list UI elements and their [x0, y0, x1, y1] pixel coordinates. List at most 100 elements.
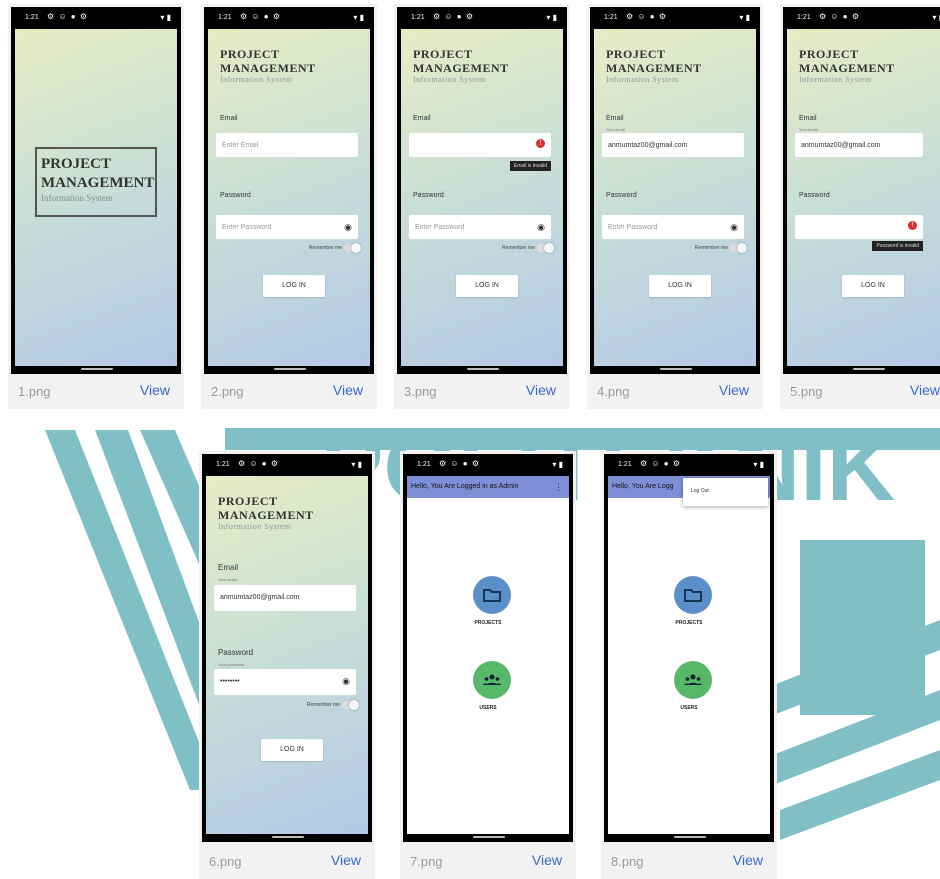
- home-screen: Hello, You Are Logg Log Out PROJECTS USE…: [608, 476, 770, 834]
- screenshot-card-6: 1:21 ⚙ ☺ ● ⚙ ▾ ▮ PROJECT MANAGEMENT Informat…: [199, 451, 375, 879]
- password-label: Password: [606, 192, 637, 199]
- eye-icon[interactable]: ◉: [730, 222, 738, 233]
- projects-button[interactable]: [473, 576, 511, 614]
- password-field[interactable]: Enter Password ◉: [602, 215, 744, 239]
- nav-handle: [674, 836, 706, 838]
- remember-toggle[interactable]: [342, 700, 359, 710]
- login-button[interactable]: LOG IN: [649, 275, 711, 297]
- users-button[interactable]: [674, 661, 712, 699]
- password-label: Password: [799, 192, 830, 199]
- phone-frame: 1:21 ⚙ ☺ ● ⚙ ▾ ▮ PROJECT MANAGEMENT Inform…: [11, 7, 181, 374]
- password-field[interactable]: Enter Password ◉: [409, 215, 551, 239]
- file-name: 2.png: [211, 384, 244, 399]
- email-field[interactable]: anmumtaz00@gmail.com: [795, 133, 923, 157]
- group-icon: [483, 674, 501, 685]
- file-name: 6.png: [209, 854, 242, 869]
- nav-handle: [473, 836, 505, 838]
- view-link[interactable]: View: [331, 852, 361, 868]
- screenshot-card-2: 1:21 ⚙ ☺ ● ⚙ ▾ ▮ PROJECT MANAGEMENT Informat…: [201, 4, 377, 409]
- email-label: Email: [413, 115, 431, 122]
- password-label: Password: [220, 192, 251, 199]
- app-bar: Hello, You Are Logged in as Admin ⋮: [407, 476, 569, 498]
- email-field[interactable]: Enter Email: [216, 133, 358, 157]
- app-logo: PROJECT MANAGEMENT Information System: [413, 47, 509, 84]
- status-bar: 1:21⚙ ☺ ● ⚙▾ ▮: [216, 459, 362, 469]
- file-name: 8.png: [611, 854, 644, 869]
- remember-toggle[interactable]: [537, 243, 554, 253]
- password-floating-label: Your password: [218, 662, 245, 667]
- login-screen: PROJECT MANAGEMENT Information System Emai…: [594, 29, 756, 366]
- remember-label: Remember me: [694, 245, 728, 251]
- screenshot-card-1: 1:21 ⚙ ☺ ● ⚙ ▾ ▮ PROJECT MANAGEMENT Inform…: [8, 4, 184, 409]
- error-icon: !: [536, 139, 545, 148]
- email-label: Email: [218, 563, 239, 572]
- phone-frame: 1:21⚙ ☺ ● ⚙▾ ▮ PROJECTMANAGEMENTInformat…: [397, 7, 567, 374]
- splash-screen: PROJECT MANAGEMENT Information System: [15, 29, 177, 366]
- email-field[interactable]: !: [409, 133, 551, 157]
- login-button[interactable]: LOG IN: [456, 275, 518, 297]
- login-screen: PROJECT MANAGEMENT Information System Emai…: [208, 29, 370, 366]
- remember-toggle[interactable]: [344, 243, 361, 253]
- more-vert-icon[interactable]: ⋮: [554, 476, 563, 498]
- password-field[interactable]: Enter Password ◉: [216, 215, 358, 239]
- app-logo: PROJECT MANAGEMENT Information System: [606, 47, 702, 84]
- home-screen: Hello, You Are Logged in as Admin ⋮ PROJE…: [407, 476, 569, 834]
- login-button[interactable]: LOG IN: [263, 275, 325, 297]
- email-field[interactable]: anmumtaz00@gmail.com: [214, 585, 356, 611]
- screenshot-card-3: 1:21 ⚙ ☺ ● ⚙ ▾ ▮ PROJECT MANAGEMENT Informat…: [394, 4, 570, 409]
- email-label: Email: [799, 115, 817, 122]
- remember-label: Remember me: [501, 245, 535, 251]
- phone-frame: 1:21⚙ ☺ ● ⚙▾ ▮ PROJECTMANAGEMENTInformat…: [590, 7, 760, 374]
- eye-icon[interactable]: ◉: [537, 222, 545, 233]
- view-link[interactable]: View: [333, 382, 363, 398]
- email-label: Email: [220, 115, 238, 122]
- password-field[interactable]: !: [795, 215, 923, 239]
- email-label: Email: [606, 115, 624, 122]
- status-bar: 1:21⚙ ☺ ● ⚙▾ ▮: [411, 12, 557, 22]
- file-name: 7.png: [410, 854, 443, 869]
- appbar-title: Hello, You Are Logged in as Admin: [411, 483, 519, 490]
- screenshot-card-8: 1:21 ⚙ ☺ ● ⚙ ▾ ▮ Hello, You Are Logg Log O…: [601, 451, 777, 879]
- app-logo: PROJECT MANAGEMENT Information System: [218, 494, 314, 531]
- login-button[interactable]: LOG IN: [261, 739, 323, 761]
- view-link[interactable]: View: [140, 382, 170, 398]
- users-button[interactable]: [473, 661, 511, 699]
- password-field[interactable]: •••••••• ◉: [214, 669, 356, 695]
- email-floating-label: Your email: [606, 127, 625, 132]
- projects-button[interactable]: [674, 576, 712, 614]
- view-link[interactable]: View: [526, 382, 556, 398]
- screenshot-card-7: 1:21 ⚙ ☺ ● ⚙ ▾ ▮ Hello, You Are Logged in …: [400, 451, 576, 879]
- nav-handle: [467, 368, 499, 370]
- splash-logo: PROJECT MANAGEMENT Information System: [35, 147, 157, 217]
- password-error-tooltip: Password is invalid: [872, 241, 923, 251]
- status-bar: 1:21⚙ ☺ ● ⚙▾ ▮: [797, 12, 940, 22]
- nav-handle: [274, 368, 306, 370]
- email-field[interactable]: anmumtaz00@gmail.com: [602, 133, 744, 157]
- nav-handle: [272, 836, 304, 838]
- folder-icon: [684, 589, 702, 602]
- remember-label: Remember me: [306, 702, 340, 708]
- password-label: Password: [413, 192, 444, 199]
- status-bar: 1:21⚙ ☺ ● ⚙▾ ▮: [604, 12, 750, 22]
- view-link[interactable]: View: [719, 382, 749, 398]
- screenshot-card-5: 1:21⚙ ☺ ● ⚙▾ ▮ PROJECTMANAGEMENTInformat…: [780, 4, 940, 409]
- view-link[interactable]: View: [532, 852, 562, 868]
- file-name: 4.png: [597, 384, 630, 399]
- view-link[interactable]: View: [910, 382, 940, 398]
- logout-menu-item[interactable]: Log Out: [691, 488, 709, 494]
- login-button[interactable]: LOG IN: [842, 275, 904, 297]
- phone-frame: 1:21 ⚙ ☺ ● ⚙ ▾ ▮ Hello, You Are Logged in …: [403, 454, 573, 842]
- overflow-menu: Log Out: [683, 478, 768, 506]
- file-name: 5.png: [790, 384, 823, 399]
- login-screen: PROJECT MANAGEMENT Information System Emai…: [787, 29, 940, 366]
- status-bar: 1:21⚙ ☺ ● ⚙▾ ▮: [618, 459, 764, 469]
- eye-icon[interactable]: ◉: [344, 222, 352, 233]
- app-logo: PROJECT MANAGEMENT Information System: [220, 47, 316, 84]
- error-icon: !: [908, 221, 917, 230]
- login-screen: PROJECT MANAGEMENT Information System Emai…: [401, 29, 563, 366]
- eye-icon[interactable]: ◉: [342, 676, 350, 687]
- view-link[interactable]: View: [733, 852, 763, 868]
- nav-handle: [660, 368, 692, 370]
- remember-toggle[interactable]: [730, 243, 747, 253]
- screenshot-card-4: 1:21 ⚙ ☺ ● ⚙ ▾ ▮ PROJECT MANAGEMENT Informat…: [587, 4, 763, 409]
